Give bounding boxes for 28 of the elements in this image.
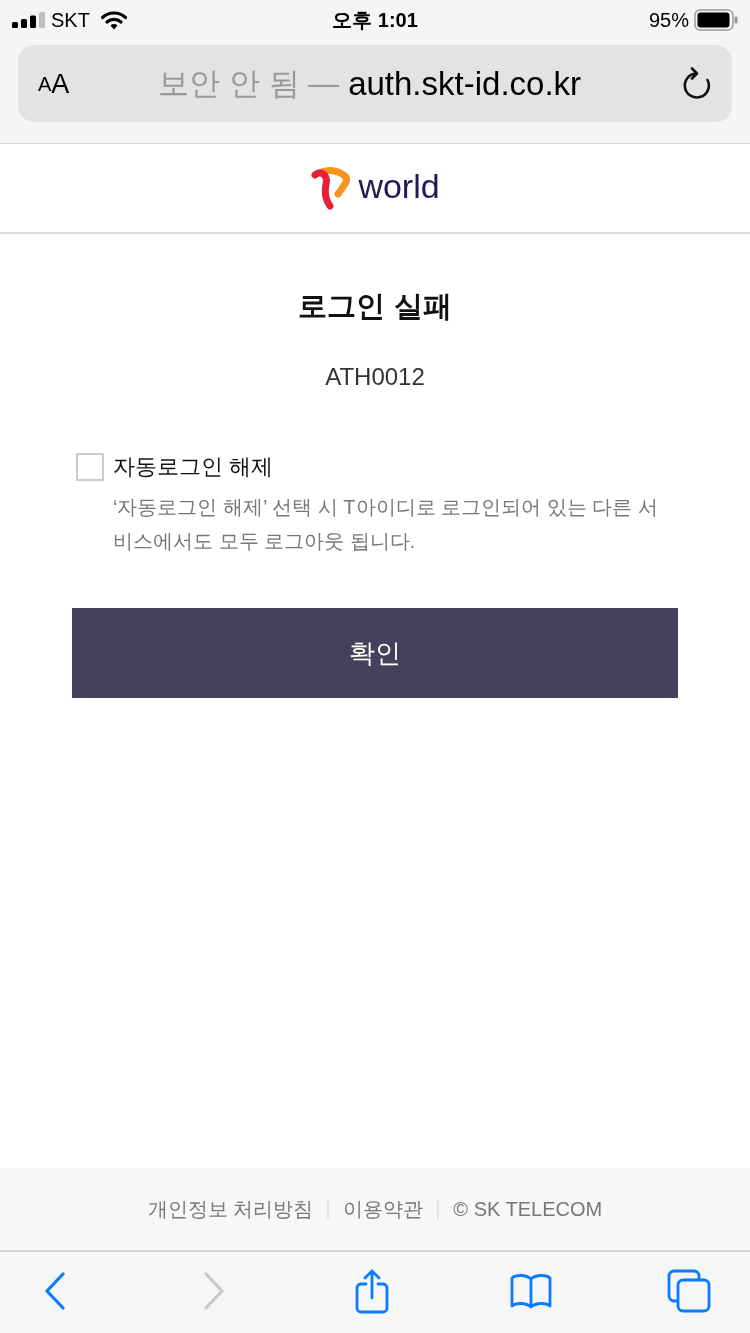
book-icon bbox=[509, 1272, 552, 1309]
page-title: 로그인 실패 bbox=[298, 289, 452, 324]
reader-button[interactable]: AA bbox=[36, 69, 72, 98]
description-text: ‘자동로그인 해제’ 선택 시 T아이디로 로그인되어 있는 다른 서비스에서도 모두 로그아웃 됩니다. bbox=[113, 495, 659, 554]
copyright-text: © SK TELECOM bbox=[453, 1197, 603, 1222]
battery-icon bbox=[694, 9, 738, 31]
carrier-name: SKT bbox=[51, 8, 90, 32]
forward-icon bbox=[202, 1271, 225, 1310]
checkbox-label[interactable]: 자동로그인 해제 bbox=[113, 452, 274, 482]
checkbox[interactable] bbox=[76, 453, 104, 481]
wifi-icon bbox=[99, 10, 128, 30]
error-code: ATH0012 bbox=[325, 362, 425, 392]
reload-button[interactable] bbox=[682, 66, 712, 101]
tabs-icon bbox=[667, 1268, 711, 1313]
reload-icon bbox=[682, 66, 712, 101]
footer-link[interactable]: 이용약관 bbox=[343, 1195, 424, 1223]
logo-text: world bbox=[358, 166, 440, 207]
battery-percent: 95% bbox=[648, 8, 689, 32]
logo-icon bbox=[310, 166, 353, 210]
back-icon bbox=[44, 1271, 66, 1310]
url-text: auth.skt-id.co.kr bbox=[348, 64, 582, 103]
address-bar[interactable]: AA 보안 안 됨 — auth.skt-id.co.kr bbox=[18, 45, 732, 122]
share-icon bbox=[355, 1267, 389, 1314]
footer-link[interactable]: 개인정보 처리방침 bbox=[147, 1195, 314, 1223]
clock-time: 오후 1:01 bbox=[332, 8, 418, 32]
confirm-button[interactable]: 확인 bbox=[72, 608, 678, 698]
security-warning: 보안 안 됨 — bbox=[158, 65, 340, 102]
signal-icon bbox=[12, 12, 45, 28]
